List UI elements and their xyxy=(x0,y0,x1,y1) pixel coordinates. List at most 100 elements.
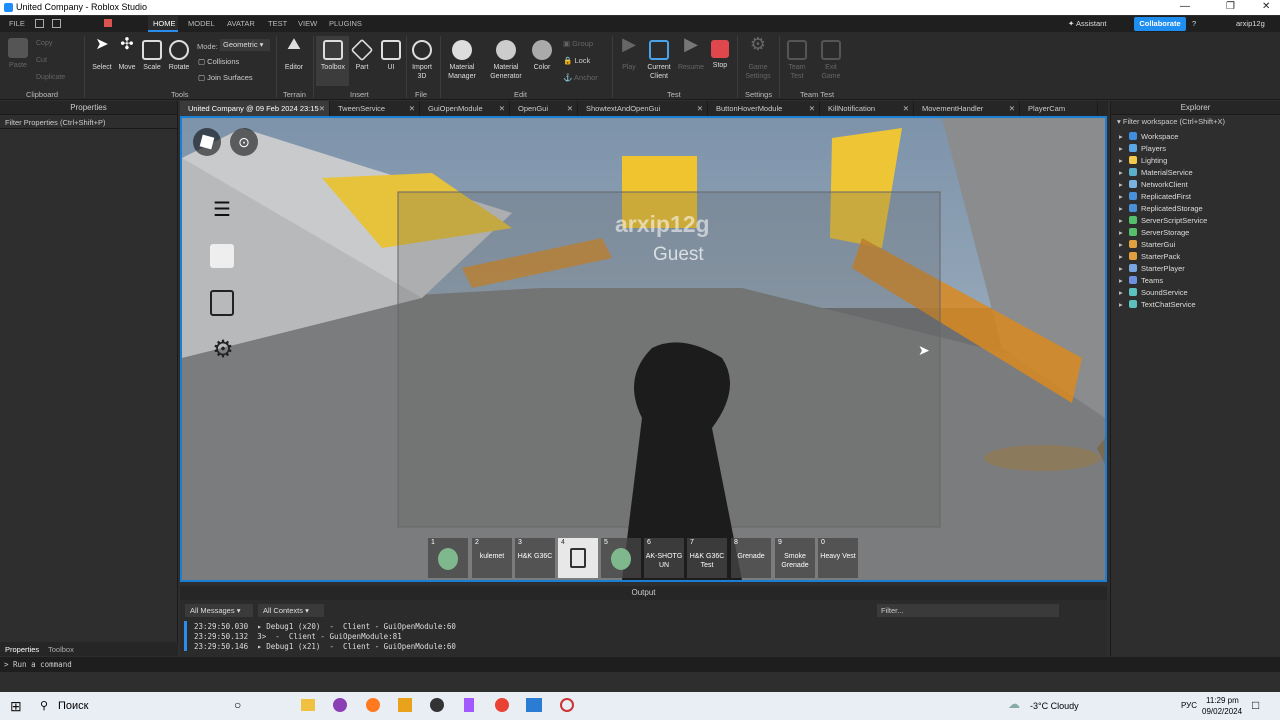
scale-button[interactable]: Scale xyxy=(140,40,164,72)
screenshot-button[interactable]: ⊙ xyxy=(230,128,258,156)
explorer-item[interactable]: ▸ StarterPack xyxy=(1119,251,1180,263)
save-icon[interactable] xyxy=(35,19,44,28)
collaborate-button[interactable]: Collaborate xyxy=(1134,17,1186,31)
assistant-button[interactable]: ✦ Assistant xyxy=(1068,19,1106,28)
copy-button[interactable]: Copy xyxy=(36,39,52,48)
join-surfaces-checkbox[interactable]: ▢ Join Surfaces xyxy=(198,73,253,82)
explorer-item[interactable]: ▸ ServerStorage xyxy=(1119,227,1189,239)
paste-button[interactable]: Paste xyxy=(6,38,30,70)
expand-arrow-icon[interactable]: ▸ xyxy=(1119,191,1129,203)
exit-game-button[interactable]: Exit Game xyxy=(818,40,844,81)
rotate-button[interactable]: Rotate xyxy=(166,40,192,72)
group-button[interactable]: ▣ Group xyxy=(563,39,593,48)
explorer-item[interactable]: ▸ ReplicatedStorage xyxy=(1119,203,1203,215)
expand-arrow-icon[interactable]: ▸ xyxy=(1119,263,1129,275)
tab-view[interactable]: VIEW xyxy=(298,19,317,28)
chrome-icon[interactable] xyxy=(495,698,509,712)
terrain-editor-button[interactable]: ⛰ Editor xyxy=(280,37,308,72)
language-indicator[interactable]: РУС xyxy=(1181,701,1197,710)
command-input[interactable]: > Run a command xyxy=(4,660,72,669)
cut-button[interactable]: Cut xyxy=(36,56,47,65)
tab-guiopenmodule[interactable]: GuiOpenModule ✕ xyxy=(420,101,510,116)
tab-properties[interactable]: Properties xyxy=(5,645,39,654)
sublime-icon[interactable] xyxy=(398,698,412,712)
tab-place[interactable]: United Company @ 09 Feb 2024 23:15 ✕ xyxy=(180,101,330,116)
clipboard-icon[interactable] xyxy=(210,290,234,316)
expand-arrow-icon[interactable]: ▸ xyxy=(1119,287,1129,299)
tab-movementhandler[interactable]: MovementHandler ✕ xyxy=(914,101,1020,116)
user-menu[interactable]: arxip12g xyxy=(1236,19,1265,28)
windows-start-icon[interactable]: ⊞ xyxy=(10,698,22,715)
minimize-icon[interactable]: — xyxy=(1180,1,1190,12)
hotbar-slot-8[interactable]: 8 Grenade xyxy=(731,538,771,578)
app-icon-2[interactable] xyxy=(560,698,574,712)
stop-button[interactable]: Stop xyxy=(709,40,731,70)
help-icon[interactable]: ? xyxy=(1192,19,1196,28)
hamburger-menu-icon[interactable]: ☰ xyxy=(210,198,234,222)
expand-arrow-icon[interactable]: ▸ xyxy=(1119,131,1129,143)
search-icon[interactable]: ⚲ xyxy=(40,699,48,712)
weather-text[interactable]: -3°C Cloudy xyxy=(1030,701,1079,711)
properties-filter-input[interactable]: Filter Properties (Ctrl+Shift+P) xyxy=(0,115,177,129)
move-button[interactable]: ✣ Move xyxy=(115,37,139,72)
explorer-item[interactable]: ▸ SoundService xyxy=(1119,287,1188,299)
explorer-item[interactable]: ▸ Workspace xyxy=(1119,131,1178,143)
tab-avatar[interactable]: AVATAR xyxy=(227,19,255,28)
hotbar-slot-7[interactable]: 7 H&K G36C Test xyxy=(687,538,727,578)
blank-tile-button[interactable] xyxy=(210,244,234,268)
color-button[interactable]: Color xyxy=(531,40,553,72)
material-manager-button[interactable]: Material Manager xyxy=(444,40,480,81)
tab-model[interactable]: MODEL xyxy=(188,19,215,28)
roblox-studio-taskbar-icon[interactable] xyxy=(526,698,542,712)
stop-small-icon[interactable] xyxy=(104,19,112,27)
file-menu[interactable]: FILE xyxy=(9,19,25,28)
tab-opengui[interactable]: OpenGui ✕ xyxy=(510,101,578,116)
notifications-icon[interactable]: □ xyxy=(1252,698,1259,712)
hotbar-slot-9[interactable]: 9 Smoke Grenade xyxy=(775,538,815,578)
hotbar-slot-6[interactable]: 6 AK-SHOTG UN xyxy=(644,538,684,578)
hotbar-slot-2[interactable]: 2 kulemet xyxy=(472,538,512,578)
explorer-item[interactable]: ▸ MaterialService xyxy=(1119,167,1193,179)
team-test-button[interactable]: Team Test xyxy=(784,40,810,81)
hotbar-slot-0[interactable]: 0 Heavy Vest xyxy=(818,538,858,578)
expand-arrow-icon[interactable]: ▸ xyxy=(1119,167,1129,179)
current-client-button[interactable]: Current Client xyxy=(642,40,676,81)
settings-gear-icon[interactable]: ⚙ xyxy=(210,337,236,363)
command-bar[interactable]: > Run a command xyxy=(0,657,1280,672)
app-icon[interactable] xyxy=(333,698,347,712)
file-explorer-icon[interactable] xyxy=(301,699,315,711)
explorer-item[interactable]: ▸ Lighting xyxy=(1119,155,1167,167)
expand-arrow-icon[interactable]: ▸ xyxy=(1119,203,1129,215)
game-viewport[interactable]: arxip12g Guest ⊙ ☰ ⚙ ➤ xyxy=(180,116,1107,582)
expand-arrow-icon[interactable]: ▸ xyxy=(1119,251,1129,263)
output-filter-input[interactable]: Filter... xyxy=(877,604,1059,617)
expand-arrow-icon[interactable]: ▸ xyxy=(1119,227,1129,239)
contexts-filter-dropdown[interactable]: All Contexts ▾ xyxy=(258,604,324,617)
expand-arrow-icon[interactable]: ▸ xyxy=(1119,299,1129,311)
toolbox-button[interactable]: Toolbox xyxy=(317,40,349,72)
expand-arrow-icon[interactable]: ▸ xyxy=(1119,143,1129,155)
collisions-checkbox[interactable]: ▢ Collisions xyxy=(198,57,239,66)
hotbar-slot-5[interactable]: 5 xyxy=(601,538,641,578)
duplicate-button[interactable]: Duplicate xyxy=(36,73,65,82)
material-generator-button[interactable]: Material Generator xyxy=(486,40,526,81)
explorer-filter-input[interactable]: ▾ Filter workspace (Ctrl+Shift+X) xyxy=(1111,115,1280,128)
hotbar-slot-1[interactable]: 1 xyxy=(428,538,468,578)
tab-plugins[interactable]: PLUGINS xyxy=(329,19,362,28)
figma-icon[interactable] xyxy=(464,698,474,712)
media-player-icon[interactable] xyxy=(430,698,444,712)
explorer-item[interactable]: ▸ ServerScriptService xyxy=(1119,215,1207,227)
resume-button[interactable]: ▶ Resume xyxy=(677,35,705,72)
explorer-item[interactable]: ▸ StarterPlayer xyxy=(1119,263,1185,275)
import-3d-button[interactable]: Import 3D xyxy=(409,40,435,81)
tab-home[interactable]: HOME xyxy=(148,16,178,32)
explorer-item[interactable]: ▸ ReplicatedFirst xyxy=(1119,191,1191,203)
explorer-item[interactable]: ▸ Teams xyxy=(1119,275,1163,287)
select-button[interactable]: ➤ Select xyxy=(90,37,114,72)
expand-arrow-icon[interactable]: ▸ xyxy=(1119,155,1129,167)
explorer-item[interactable]: ▸ Players xyxy=(1119,143,1166,155)
roblox-menu-button[interactable] xyxy=(193,128,221,156)
maximize-icon[interactable]: ❐ xyxy=(1226,1,1235,12)
close-icon[interactable]: ✕ xyxy=(1262,1,1270,12)
explorer-item[interactable]: ▸ NetworkClient xyxy=(1119,179,1188,191)
